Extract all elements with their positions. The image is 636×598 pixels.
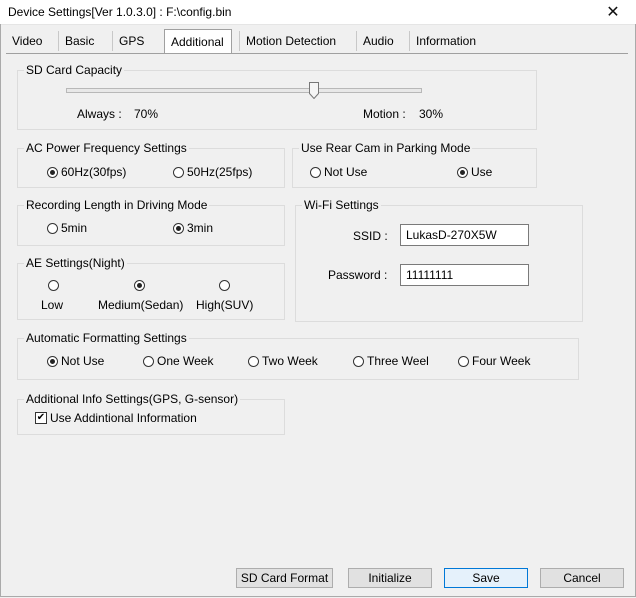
ac-power-option-60hz[interactable]: 60Hz(30fps) — [47, 165, 126, 179]
auto-format-option-four-week[interactable]: Four Week — [458, 354, 530, 368]
ae-settings-group: AE Settings(Night) Low Medium(Sedan) Hig… — [17, 256, 285, 320]
radio-selected-icon[interactable] — [47, 166, 58, 178]
cancel-button[interactable]: Cancel — [540, 568, 624, 588]
auto-format-option-two-week[interactable]: Two Week — [248, 354, 318, 368]
rear-cam-title: Use Rear Cam in Parking Mode — [299, 141, 473, 155]
wifi-title: Wi-Fi Settings — [302, 198, 381, 212]
always-value: 70% — [134, 107, 159, 121]
ae-option-low-label: Low — [41, 298, 64, 312]
ae-option-medium-label: Medium(Sedan) — [98, 298, 184, 312]
ae-option-low-radio[interactable] — [48, 280, 59, 291]
tab-basic[interactable]: Basic — [58, 31, 106, 51]
close-icon[interactable]: ✕ — [590, 0, 636, 24]
rear-cam-option-use[interactable]: Use — [457, 165, 492, 179]
ae-settings-title: AE Settings(Night) — [24, 256, 127, 270]
sd-card-capacity-title: SD Card Capacity — [24, 63, 125, 77]
capacity-slider-thumb[interactable] — [308, 82, 319, 100]
auto-format-option-three-week[interactable]: Three Weel — [353, 354, 429, 368]
password-input[interactable]: 11111111 — [400, 264, 529, 286]
radio-icon[interactable] — [353, 355, 364, 367]
tab-gps[interactable]: GPS — [112, 31, 157, 51]
checkmark-icon[interactable]: ✔ — [35, 412, 47, 424]
tab-motion-detection[interactable]: Motion Detection — [239, 31, 349, 51]
tab-information[interactable]: Information — [409, 31, 489, 51]
sd-card-format-button[interactable]: SD Card Format — [236, 568, 333, 588]
auto-format-group: Automatic Formatting Settings Not Use On… — [17, 331, 579, 380]
radio-icon[interactable] — [248, 355, 259, 367]
radio-selected-icon[interactable] — [457, 166, 468, 178]
capacity-slider-track[interactable] — [66, 88, 422, 93]
additional-info-group: Additional Info Settings(GPS, G-sensor) … — [17, 392, 285, 435]
additional-info-title: Additional Info Settings(GPS, G-sensor) — [24, 392, 241, 406]
radio-selected-icon[interactable] — [173, 222, 184, 234]
always-label: Always : — [77, 107, 122, 121]
ssid-label: SSID : — [353, 229, 388, 243]
initialize-button[interactable]: Initialize — [348, 568, 432, 588]
wifi-group: Wi-Fi Settings SSID : LukasD-270X5W Pass… — [295, 198, 583, 322]
tab-additional[interactable]: Additional — [164, 29, 232, 53]
use-additional-info-label: Use Addintional Information — [50, 411, 197, 425]
rear-cam-group: Use Rear Cam in Parking Mode Not Use Use — [292, 141, 537, 188]
tab-video[interactable]: Video — [6, 31, 50, 51]
radio-selected-icon[interactable] — [47, 355, 58, 367]
auto-format-option-not-use[interactable]: Not Use — [47, 354, 104, 368]
ae-option-high-radio[interactable] — [219, 280, 230, 291]
ac-power-option-50hz[interactable]: 50Hz(25fps) — [173, 165, 252, 179]
ac-power-title: AC Power Frequency Settings — [24, 141, 189, 155]
window-title: Device Settings[Ver 1.0.3.0] : F:\config… — [8, 5, 232, 19]
radio-icon[interactable] — [458, 355, 469, 367]
auto-format-title: Automatic Formatting Settings — [24, 331, 189, 345]
recording-option-5min[interactable]: 5min — [47, 221, 87, 235]
ae-option-medium-radio[interactable] — [134, 280, 145, 291]
radio-icon[interactable] — [143, 355, 154, 367]
save-button[interactable]: Save — [444, 568, 528, 588]
use-additional-info-checkbox[interactable]: ✔ Use Addintional Information — [35, 411, 197, 425]
rear-cam-option-not-use[interactable]: Not Use — [310, 165, 367, 179]
recording-length-group: Recording Length in Driving Mode 5min 3m… — [17, 198, 285, 246]
recording-length-title: Recording Length in Driving Mode — [24, 198, 210, 212]
motion-label: Motion : — [363, 107, 406, 121]
ae-option-high-label: High(SUV) — [196, 298, 254, 312]
ssid-input[interactable]: LukasD-270X5W — [400, 224, 529, 246]
password-label: Password : — [328, 268, 388, 282]
motion-value: 30% — [419, 107, 444, 121]
tab-audio[interactable]: Audio — [356, 31, 406, 51]
auto-format-option-one-week[interactable]: One Week — [143, 354, 213, 368]
radio-icon[interactable] — [310, 166, 321, 178]
radio-icon[interactable] — [47, 222, 58, 234]
sd-card-capacity-group: SD Card Capacity Always : 70% Motion : 3… — [17, 63, 537, 130]
title-bar: Device Settings[Ver 1.0.3.0] : F:\config… — [0, 0, 636, 25]
radio-icon[interactable] — [173, 166, 184, 178]
tab-panel-additional: SD Card Capacity Always : 70% Motion : 3… — [6, 53, 628, 544]
ac-power-group: AC Power Frequency Settings 60Hz(30fps) … — [17, 141, 285, 188]
recording-option-3min[interactable]: 3min — [173, 221, 213, 235]
